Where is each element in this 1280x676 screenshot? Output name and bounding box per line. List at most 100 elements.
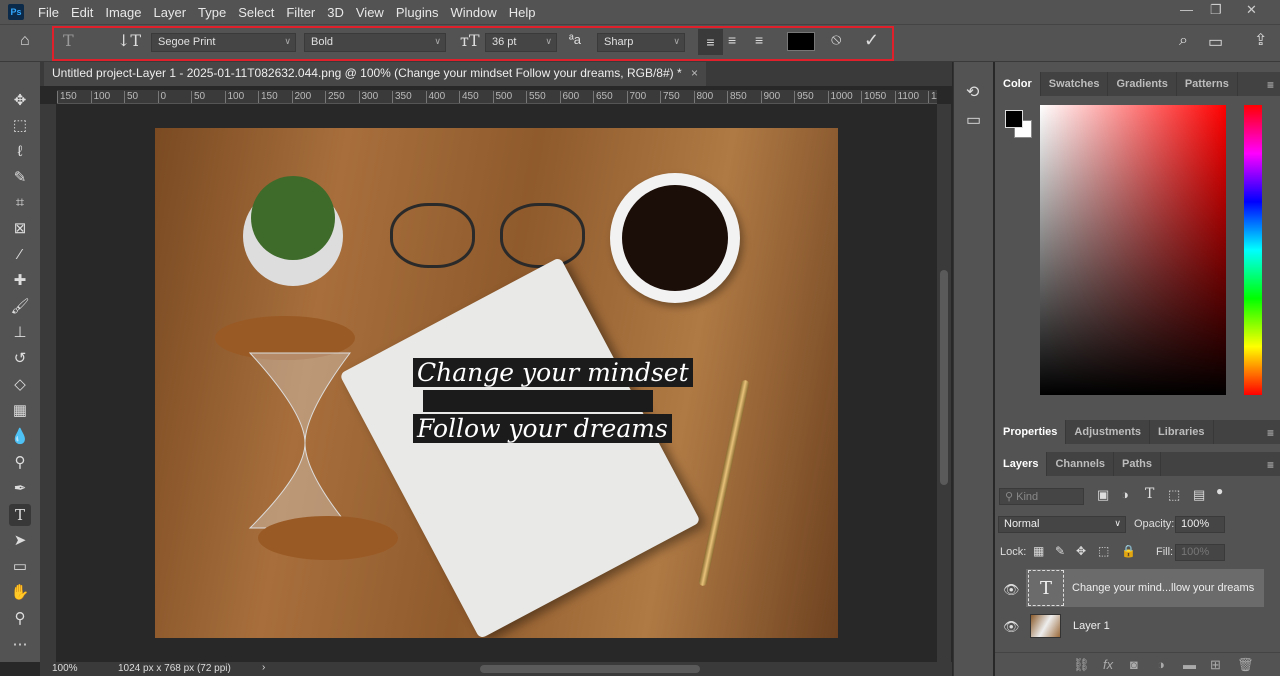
visibility-eye-icon[interactable]: 👁 bbox=[1003, 619, 1020, 635]
stamp-tool-icon[interactable]: ⊥ bbox=[9, 322, 31, 344]
pen-tool-icon[interactable]: ✒ bbox=[9, 478, 31, 500]
eyedropper-tool-icon[interactable]: ⁄ bbox=[9, 244, 31, 266]
path-select-tool-icon[interactable]: ➤ bbox=[9, 530, 31, 552]
menu-help[interactable]: Help bbox=[503, 5, 542, 20]
ruler-tick-label: 1000 bbox=[827, 91, 853, 103]
filter-shape-icon[interactable]: ⬚ bbox=[1168, 487, 1180, 503]
visibility-eye-icon[interactable]: 👁 bbox=[1003, 582, 1020, 598]
panel-menu-icon[interactable]: ≡ bbox=[1267, 458, 1274, 472]
tab-paths[interactable]: Paths bbox=[1114, 452, 1161, 476]
gradient-tool-icon[interactable]: ▦ bbox=[9, 400, 31, 422]
type-tool-icon[interactable]: T bbox=[9, 504, 31, 526]
tab-patterns[interactable]: Patterns bbox=[1177, 72, 1238, 96]
tab-gradients[interactable]: Gradients bbox=[1108, 72, 1177, 96]
menu-layer[interactable]: Layer bbox=[148, 5, 193, 20]
panel-menu-icon[interactable]: ≡ bbox=[1267, 426, 1274, 440]
document-tab[interactable]: Untitled project-Layer 1 - 2025-01-11T08… bbox=[44, 62, 706, 86]
new-layer-icon[interactable]: ⊞ bbox=[1210, 657, 1221, 673]
minimize-icon[interactable]: — bbox=[1180, 2, 1193, 17]
fx-icon[interactable]: fx bbox=[1103, 657, 1113, 672]
menu-select[interactable]: Select bbox=[232, 5, 280, 20]
blend-mode-select[interactable]: Normal ∨ bbox=[998, 516, 1126, 533]
zoom-tool-icon[interactable]: ⚲ bbox=[9, 608, 31, 630]
add-mask-icon[interactable]: ◙ bbox=[1130, 657, 1138, 672]
crop-tool-icon[interactable]: ⌗ bbox=[9, 192, 31, 214]
canvas-text-line-1[interactable]: Change your mindset bbox=[413, 358, 693, 387]
healing-tool-icon[interactable]: ✚ bbox=[9, 270, 31, 292]
menu-type[interactable]: Type bbox=[192, 5, 232, 20]
tab-libraries[interactable]: Libraries bbox=[1150, 420, 1214, 444]
blur-tool-icon[interactable]: 💧 bbox=[9, 426, 31, 448]
tab-properties[interactable]: Properties bbox=[995, 420, 1067, 444]
filter-type-icon[interactable]: T bbox=[1145, 486, 1154, 502]
lock-position-icon[interactable]: ✥ bbox=[1076, 544, 1086, 558]
tab-adjustments[interactable]: Adjustments bbox=[1066, 420, 1151, 444]
tab-swatches[interactable]: Swatches bbox=[1041, 72, 1109, 96]
opacity-field[interactable]: 100% bbox=[1175, 516, 1225, 533]
menu-3d[interactable]: 3D bbox=[321, 5, 350, 20]
lock-label: Lock: bbox=[1000, 546, 1027, 558]
hue-slider[interactable] bbox=[1244, 105, 1262, 395]
menu-view[interactable]: View bbox=[350, 5, 390, 20]
color-picker-field[interactable] bbox=[1040, 105, 1226, 395]
lasso-tool-icon[interactable]: ℓ bbox=[9, 141, 31, 163]
canvas-text-line-2[interactable]: Follow your dreams bbox=[413, 414, 672, 443]
menu-file[interactable]: File bbox=[32, 5, 65, 20]
tab-color[interactable]: Color bbox=[995, 72, 1041, 96]
horizontal-scrollbar[interactable] bbox=[480, 665, 700, 673]
filter-toggle-icon[interactable]: ● bbox=[1216, 484, 1223, 498]
search-icon[interactable]: ⌕ bbox=[1179, 32, 1188, 50]
panel-menu-icon[interactable]: ≡ bbox=[1267, 78, 1274, 92]
new-group-icon[interactable]: ▬ bbox=[1183, 657, 1196, 672]
frame-tool-icon[interactable]: ⊠ bbox=[9, 218, 31, 240]
eraser-tool-icon[interactable]: ◇ bbox=[9, 374, 31, 396]
workspace-icon[interactable]: ▭ bbox=[1208, 32, 1223, 52]
scroll-thumb[interactable] bbox=[940, 270, 948, 485]
vertical-scrollbar[interactable] bbox=[937, 104, 951, 662]
hand-tool-icon[interactable]: ✋ bbox=[9, 582, 31, 604]
delete-layer-icon[interactable]: 🗑 bbox=[1237, 657, 1254, 673]
adjustment-layer-icon[interactable]: ◑ bbox=[1157, 657, 1165, 672]
link-layers-icon[interactable]: ⛓ bbox=[1073, 657, 1090, 673]
horizontal-ruler: 150 100 50 0 50 100 150 200 250 300 350 400 450 500 55… bbox=[57, 90, 937, 104]
layer-filter-kind[interactable]: ⚲ Kind bbox=[999, 488, 1084, 505]
home-icon[interactable]: ⌂ bbox=[20, 32, 30, 50]
close-icon[interactable]: ✕ bbox=[1246, 2, 1257, 18]
rectangle-tool-icon[interactable]: ▭ bbox=[9, 556, 31, 578]
restore-icon[interactable]: ❐ bbox=[1210, 2, 1222, 18]
filter-smart-object-icon[interactable]: ▤ bbox=[1193, 487, 1205, 503]
marquee-tool-icon[interactable]: ⬚ bbox=[9, 115, 31, 137]
menu-edit[interactable]: Edit bbox=[65, 5, 99, 20]
move-tool-icon[interactable]: ✥ bbox=[9, 90, 31, 112]
history-icon[interactable]: ⟲ bbox=[966, 82, 979, 102]
brush-tool-icon[interactable]: 🖌 bbox=[9, 296, 31, 318]
foreground-color-swatch[interactable] bbox=[1005, 110, 1023, 128]
document-image[interactable]: Change your mindset Follow your dreams bbox=[155, 128, 838, 638]
chevron-right-icon[interactable]: › bbox=[262, 662, 265, 673]
more-tools-icon[interactable]: ⋯ bbox=[9, 634, 31, 656]
lock-artboard-icon[interactable]: ⬚ bbox=[1098, 544, 1109, 558]
lock-all-icon[interactable]: 🔒 bbox=[1121, 544, 1136, 558]
tab-channels[interactable]: Channels bbox=[1047, 452, 1114, 476]
zoom-level[interactable]: 100% bbox=[52, 663, 78, 674]
menu-plugins[interactable]: Plugins bbox=[390, 5, 445, 20]
menu-window[interactable]: Window bbox=[444, 5, 502, 20]
lock-pixels-icon[interactable]: ✎ bbox=[1055, 544, 1065, 558]
share-icon[interactable]: ⇪ bbox=[1254, 30, 1267, 50]
filter-adjustment-icon[interactable]: ◑ bbox=[1121, 487, 1129, 502]
lock-transparent-icon[interactable]: ▦ bbox=[1033, 544, 1044, 558]
layer-name[interactable]: Change your mind...llow your dreams bbox=[1072, 582, 1254, 594]
comments-icon[interactable]: ▭ bbox=[966, 110, 981, 130]
dodge-tool-icon[interactable]: ⚲ bbox=[9, 452, 31, 474]
layer-name[interactable]: Layer 1 bbox=[1073, 620, 1110, 632]
tab-layers[interactable]: Layers bbox=[995, 452, 1048, 476]
layer-row-image[interactable]: Layer 1 bbox=[1026, 607, 1264, 645]
filter-pixel-icon[interactable]: ▣ bbox=[1097, 487, 1109, 503]
layer-row-text[interactable]: T Change your mind...llow your dreams bbox=[1026, 569, 1264, 607]
fill-field[interactable]: 100% bbox=[1175, 544, 1225, 561]
quick-select-tool-icon[interactable]: ✎ bbox=[9, 167, 31, 189]
history-brush-icon[interactable]: ↺ bbox=[9, 348, 31, 370]
menu-filter[interactable]: Filter bbox=[280, 5, 321, 20]
menu-image[interactable]: Image bbox=[99, 5, 147, 20]
close-tab-icon[interactable]: × bbox=[691, 66, 698, 80]
